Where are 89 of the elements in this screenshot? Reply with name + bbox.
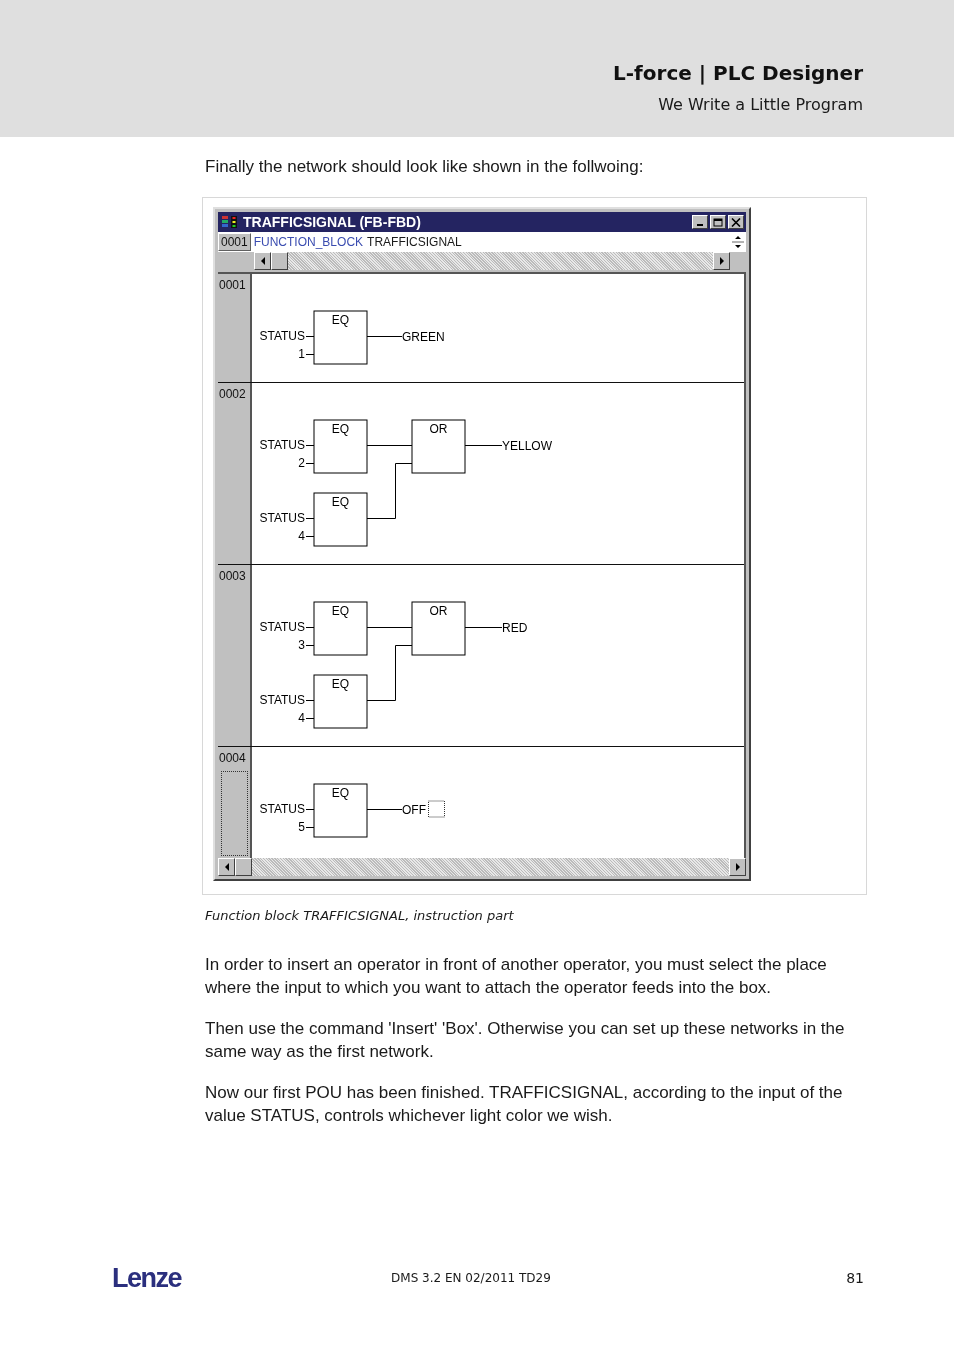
keyword-text: FUNCTION_BLOCK — [253, 234, 364, 251]
scroll-right-button[interactable] — [713, 252, 730, 270]
connection-line — [366, 809, 403, 810]
header-title: L-force | PLC Designer — [612, 60, 863, 87]
function-block — [313, 419, 368, 474]
maximize-icon — [713, 217, 723, 227]
pin-line — [305, 536, 315, 537]
function-block — [313, 674, 368, 729]
block-label: OR — [429, 422, 448, 436]
right-arrow-icon — [718, 257, 725, 265]
scroll-left-button[interactable] — [218, 858, 235, 876]
input-label: 3 — [298, 638, 305, 652]
block-label: EQ — [331, 422, 350, 436]
minimize-icon — [697, 224, 703, 226]
window-title: TRAFFICSIGNAL (FB-FBD) — [243, 212, 421, 232]
pin-line — [305, 827, 315, 828]
function-block — [313, 783, 368, 838]
output-label: GREEN — [402, 330, 445, 344]
input-label: 4 — [298, 711, 305, 725]
input-label: STATUS — [259, 438, 305, 452]
connection-line — [366, 445, 413, 446]
line-number: 0001 — [218, 233, 251, 251]
network-number: 0002 — [219, 386, 247, 403]
declaration-name: TRAFFICSIGNAL — [367, 234, 462, 251]
document-code: DMS 3.2 EN 02/2011 TD29 — [391, 1270, 551, 1288]
input-label: 2 — [298, 456, 305, 470]
paragraph: In order to insert an operator in front of another operator, you must select the place where the input to which you want to attach the operator feeds into the box. — [205, 953, 828, 999]
page-number: 81 — [846, 1268, 864, 1288]
paragraph: Then use the command 'Insert' 'Box'. Otherwise you can set up these networks in the same way as the first network. — [205, 1017, 845, 1063]
spinner-icon[interactable] — [730, 234, 746, 250]
function-block — [313, 492, 368, 547]
network-number: 0001 — [219, 277, 247, 294]
right-arrow-icon — [734, 863, 741, 871]
input-label: STATUS — [259, 329, 305, 343]
pin-line — [305, 700, 315, 701]
function-block — [411, 601, 466, 656]
connection-line — [464, 627, 503, 628]
function-block — [411, 419, 466, 474]
pin-line — [305, 445, 315, 446]
input-label: STATUS — [259, 693, 305, 707]
selection-marker — [428, 800, 445, 818]
input-label: 4 — [298, 529, 305, 543]
paragraph: Now our first POU has been finished. TRAFFICSIGNAL, according to the input of the value STATUS, controls whichever light color we wish. — [205, 1081, 844, 1127]
block-label: OR — [429, 604, 448, 618]
logo: Lenze — [112, 1262, 182, 1295]
scroll-thumb[interactable] — [235, 858, 252, 876]
output-label: RED — [502, 621, 528, 635]
close-button[interactable] — [728, 215, 744, 229]
network-number: 0003 — [219, 568, 247, 585]
block-label: EQ — [331, 604, 350, 618]
left-arrow-icon — [259, 257, 266, 265]
connection-line — [366, 463, 413, 519]
close-icon — [731, 217, 741, 227]
pin-line — [305, 336, 315, 337]
function-block — [313, 601, 368, 656]
connection-line — [464, 445, 503, 446]
maximize-button[interactable] — [710, 215, 726, 229]
block-label: EQ — [331, 786, 350, 800]
pin-line — [305, 645, 315, 646]
network-number: 0004 — [219, 750, 247, 767]
block-label: EQ — [331, 313, 350, 327]
input-label: STATUS — [259, 620, 305, 634]
pin-line — [305, 518, 315, 519]
connection-line — [366, 627, 413, 628]
traffic-light-icon — [221, 216, 239, 228]
input-label: 1 — [298, 347, 305, 361]
connection-line — [366, 645, 413, 701]
output-label: YELLOW — [502, 439, 552, 453]
pin-line — [305, 354, 315, 355]
input-label: STATUS — [259, 511, 305, 525]
header-subtitle: We Write a Little Program — [657, 94, 863, 116]
input-label: STATUS — [259, 802, 305, 816]
scroll-left-button[interactable] — [254, 252, 271, 270]
block-label: EQ — [331, 677, 350, 691]
pin-line — [305, 463, 315, 464]
left-arrow-icon — [223, 863, 230, 871]
connection-line — [366, 336, 403, 337]
scroll-right-button[interactable] — [729, 858, 746, 876]
input-label: 5 — [298, 820, 305, 834]
pin-line — [305, 718, 315, 719]
figure-caption: Function block TRAFFICSIGNAL, instruction part — [205, 907, 515, 925]
scroll-thumb[interactable] — [271, 252, 288, 270]
block-label: EQ — [331, 495, 350, 509]
minimize-button[interactable] — [692, 215, 708, 229]
pin-line — [305, 627, 315, 628]
output-label: OFF — [402, 803, 426, 817]
function-block — [313, 310, 368, 365]
pin-line — [305, 809, 315, 810]
paragraph: Finally the network should look like shown in the follwoing: — [205, 156, 645, 178]
